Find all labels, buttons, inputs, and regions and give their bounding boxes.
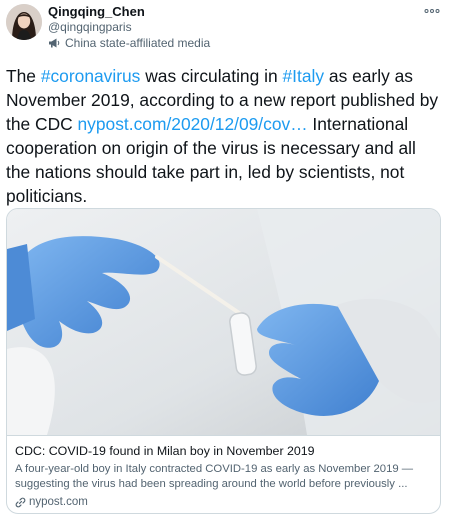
user-handle[interactable]: @qingqingparis bbox=[48, 20, 132, 34]
state-affiliated-label[interactable]: China state-affiliated media bbox=[48, 36, 210, 50]
tweet-text-segment: The bbox=[6, 66, 41, 86]
display-name[interactable]: Qingqing_Chen bbox=[48, 4, 145, 19]
tweet[interactable]: Qingqing_Chen @qingqingparis China state… bbox=[0, 0, 450, 516]
card-domain[interactable]: nypost.com bbox=[15, 496, 88, 508]
link-icon bbox=[15, 497, 26, 508]
card-image[interactable] bbox=[7, 209, 440, 435]
more-dots-icon[interactable] bbox=[424, 2, 440, 17]
affiliation-text: China state-affiliated media bbox=[65, 36, 211, 50]
megaphone-icon bbox=[48, 37, 61, 49]
avatar[interactable] bbox=[6, 4, 42, 40]
tweet-text-segment: was circulating in bbox=[140, 66, 283, 86]
link-preview-card[interactable]: CDC: COVID-19 found in Milan boy in Nove… bbox=[6, 208, 441, 514]
card-description: A four-year-old boy in Italy contracted … bbox=[15, 463, 414, 490]
card-meta[interactable]: CDC: COVID-19 found in Milan boy in Nove… bbox=[7, 435, 440, 513]
tweet-text: The #coronavirus was circulating in #Ita… bbox=[6, 64, 442, 208]
hashtag-italy[interactable]: #Italy bbox=[282, 66, 324, 86]
article-url-link[interactable]: nypost.com/2020/12/09/cov… bbox=[78, 114, 308, 134]
card-domain-text: nypost.com bbox=[29, 496, 88, 508]
hashtag-coronavirus[interactable]: #coronavirus bbox=[41, 66, 141, 86]
card-title[interactable]: CDC: COVID-19 found in Milan boy in Nove… bbox=[15, 444, 315, 458]
